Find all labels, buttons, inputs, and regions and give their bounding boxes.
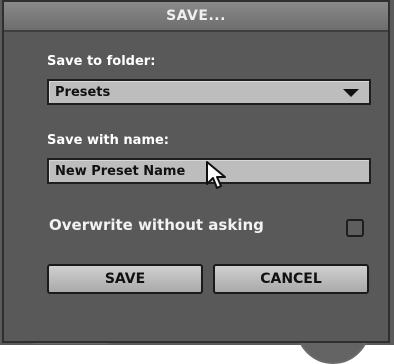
name-label: Save with name: bbox=[47, 133, 170, 148]
folder-label: Save to folder: bbox=[47, 54, 156, 69]
preset-name-value: New Preset Name bbox=[55, 164, 186, 179]
mouse-pointer-icon bbox=[206, 161, 226, 189]
dialog-title: SAVE... bbox=[166, 8, 226, 24]
overwrite-checkbox[interactable] bbox=[346, 219, 364, 237]
cancel-button[interactable]: CANCEL bbox=[213, 264, 369, 294]
save-button[interactable]: SAVE bbox=[47, 264, 203, 294]
folder-value: Presets bbox=[55, 85, 111, 100]
save-dialog: SAVE... Save to folder: Presets Save wit… bbox=[2, 0, 390, 343]
folder-dropdown[interactable]: Presets bbox=[47, 79, 371, 105]
chevron-down-icon[interactable] bbox=[343, 89, 359, 97]
dialog-titlebar[interactable]: SAVE... bbox=[4, 2, 388, 32]
overwrite-label: Overwrite without asking bbox=[49, 216, 264, 234]
